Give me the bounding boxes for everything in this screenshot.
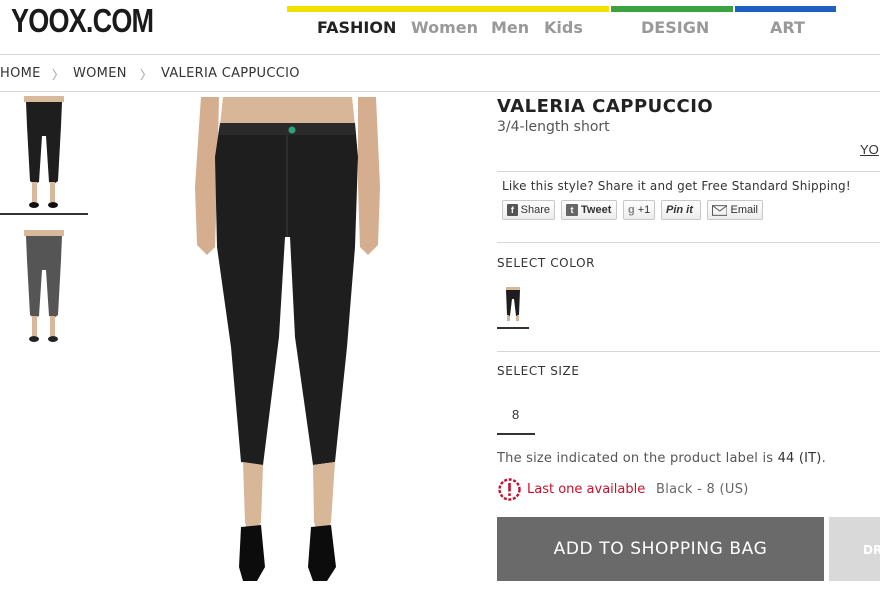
size-option-8[interactable]: 8 [512, 407, 519, 422]
size-note-value: 44 (IT) [777, 451, 822, 466]
facebook-share-label: Share [520, 204, 550, 216]
facebook-share-button[interactable]: f Share [502, 200, 555, 220]
google-plus-icon: g [628, 204, 635, 216]
selected-color-indicator [497, 327, 529, 329]
breadcrumb-separator: 〉 [52, 68, 65, 82]
product-brand[interactable]: VALERIA CAPPUCCIO [497, 96, 713, 117]
email-share-button[interactable]: Email [707, 200, 763, 220]
twitter-tweet-button[interactable]: t Tweet [561, 200, 617, 220]
email-share-label: Email [730, 204, 758, 216]
email-icon [712, 204, 728, 216]
nav-women[interactable]: Women [411, 18, 478, 37]
nav-men[interactable]: Men [491, 18, 529, 37]
fashion-color-bar [287, 6, 609, 12]
breadcrumb-home[interactable]: HOME [0, 66, 41, 81]
yoox-logo[interactable]: YOOX.COM [11, 2, 154, 40]
alert-icon [498, 478, 521, 501]
select-size-label: SELECT SIZE [497, 364, 580, 378]
product-main-image[interactable] [195, 97, 380, 589]
size-note-suffix: . [821, 451, 826, 466]
share-divider [497, 242, 880, 243]
breadcrumb-separator: 〉 [140, 68, 153, 82]
google-plus-button[interactable]: g +1 [623, 200, 655, 220]
breadcrumb-brand: VALERIA CAPPUCCIO [161, 66, 300, 81]
google-plus-label: +1 [637, 204, 651, 216]
product-subtitle: 3/4-length short [497, 119, 610, 135]
selected-size-indicator [497, 433, 535, 435]
breadcrumb-women[interactable]: WOMEN [73, 66, 127, 81]
size-label-note: The size indicated on the product label … [497, 451, 826, 466]
twitter-tweet-label: Tweet [581, 204, 612, 216]
share-promo-text: Like this style? Share it and get Free S… [502, 179, 851, 193]
selected-thumbnail-indicator [0, 213, 88, 215]
art-color-bar [735, 6, 836, 12]
selected-variant-text: Black - 8 (US) [656, 482, 749, 497]
breadcrumb-divider [0, 91, 880, 92]
yoox-code-link[interactable]: YO [860, 142, 879, 157]
info-divider [497, 171, 880, 172]
color-swatch-black[interactable] [502, 287, 524, 323]
select-color-label: SELECT COLOR [497, 256, 596, 270]
nav-design[interactable]: DESIGN [641, 18, 709, 37]
nav-fashion[interactable]: FASHION [317, 18, 396, 37]
nav-kids[interactable]: Kids [544, 18, 583, 37]
pinterest-pin-label: Pin it [666, 204, 693, 216]
header-divider [0, 54, 880, 55]
last-one-available-text: Last one available [527, 482, 646, 497]
facebook-icon: f [507, 204, 518, 216]
thumbnail-back-grey[interactable] [14, 230, 74, 350]
dream-box-button[interactable]: DR [829, 517, 880, 581]
design-color-bar [611, 6, 733, 12]
twitter-icon: t [566, 204, 578, 216]
size-note-prefix: The size indicated on the product label … [497, 451, 778, 466]
add-to-shopping-bag-button[interactable]: ADD TO SHOPPING BAG [497, 517, 824, 581]
color-divider [497, 351, 880, 352]
thumbnail-front-black[interactable] [14, 96, 74, 216]
nav-art[interactable]: ART [770, 18, 805, 37]
pinterest-pin-button[interactable]: Pin it [661, 200, 701, 220]
